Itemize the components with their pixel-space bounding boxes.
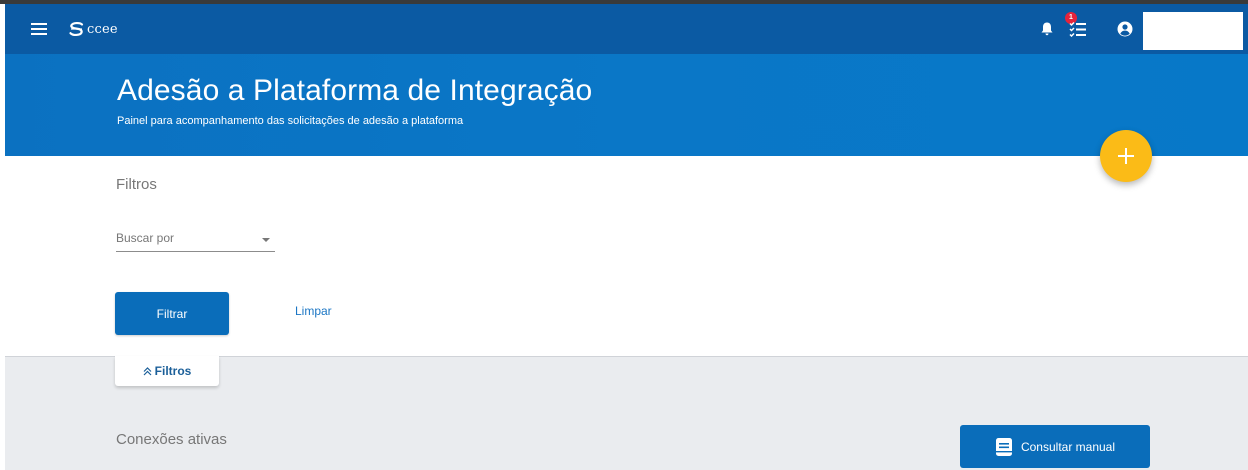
top-navbar: ccee 1 [5, 4, 1248, 54]
filters-toggle-button[interactable]: Filtros [115, 356, 219, 386]
page-subtitle: Painel para acompanhamento das solicitaç… [117, 115, 464, 127]
consult-manual-label: Consultar manual [1020, 439, 1116, 454]
clear-button[interactable]: Limpar [295, 304, 332, 318]
plus-icon [1118, 148, 1134, 164]
filters-title: Filtros [116, 176, 157, 193]
filters-toggle-label: Filtros [154, 364, 192, 378]
task-list-button[interactable]: 1 [1065, 12, 1091, 40]
bell-icon[interactable] [1039, 21, 1055, 37]
page-header-banner: Adesão a Plataforma de Integração Painel… [5, 54, 1248, 156]
search-by-select[interactable]: Buscar por [116, 228, 275, 252]
user-name-box[interactable] [1143, 12, 1243, 50]
consult-manual-button[interactable]: Consultar manual [960, 425, 1150, 468]
book-icon [995, 437, 1012, 456]
add-button[interactable] [1100, 130, 1152, 182]
brand-name: ccee [87, 21, 118, 37]
filter-button[interactable]: Filtrar [115, 292, 229, 335]
chevron-up-double-icon [143, 366, 152, 375]
task-list-icon [1069, 21, 1086, 37]
ccee-logo-icon [69, 21, 84, 37]
menu-icon[interactable] [31, 23, 47, 35]
search-by-placeholder: Buscar por [116, 231, 175, 245]
chevron-down-icon [262, 238, 270, 242]
filters-panel: Filtros Buscar por Filtrar Limpar [0, 156, 1248, 356]
active-connections-title: Conexões ativas [116, 431, 227, 448]
page: ccee 1 Adesão a Plataforma de Integração… [0, 0, 1248, 470]
brand-logo[interactable]: ccee [68, 19, 118, 39]
user-circle-icon[interactable] [1117, 21, 1133, 37]
page-title: Adesão a Plataforma de Integração [117, 74, 593, 107]
